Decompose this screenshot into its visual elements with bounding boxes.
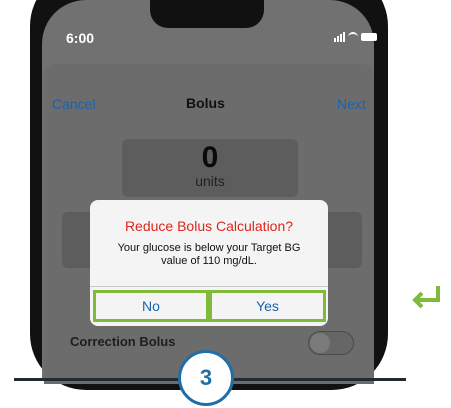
return-arrow-icon xyxy=(412,286,440,309)
alert-message: Your glucose is below your Target BG val… xyxy=(117,242,301,267)
status-time: 6:00 xyxy=(66,30,95,46)
yes-button[interactable]: Yes xyxy=(209,290,326,322)
page-title: Bolus xyxy=(186,95,225,111)
phone-notch xyxy=(150,0,264,28)
bolus-units-display[interactable]: 0 units xyxy=(122,139,298,197)
toggle-knob xyxy=(310,333,330,353)
correction-bolus-label: Correction Bolus xyxy=(70,334,176,349)
no-button[interactable]: No xyxy=(93,290,209,322)
units-value: 0 xyxy=(201,141,219,174)
wifi-icon xyxy=(348,32,358,42)
alert-divider xyxy=(90,286,328,287)
alert-title: Reduce Bolus Calculation? xyxy=(124,218,294,234)
correction-bolus-toggle[interactable] xyxy=(308,331,354,355)
cancel-button[interactable]: Cancel xyxy=(52,96,96,112)
step-number-badge: 3 xyxy=(178,350,234,406)
status-icons xyxy=(334,32,377,42)
next-button[interactable]: Next xyxy=(337,96,366,112)
units-label: units xyxy=(195,173,225,189)
signal-icon xyxy=(334,32,345,42)
battery-icon xyxy=(361,33,377,41)
